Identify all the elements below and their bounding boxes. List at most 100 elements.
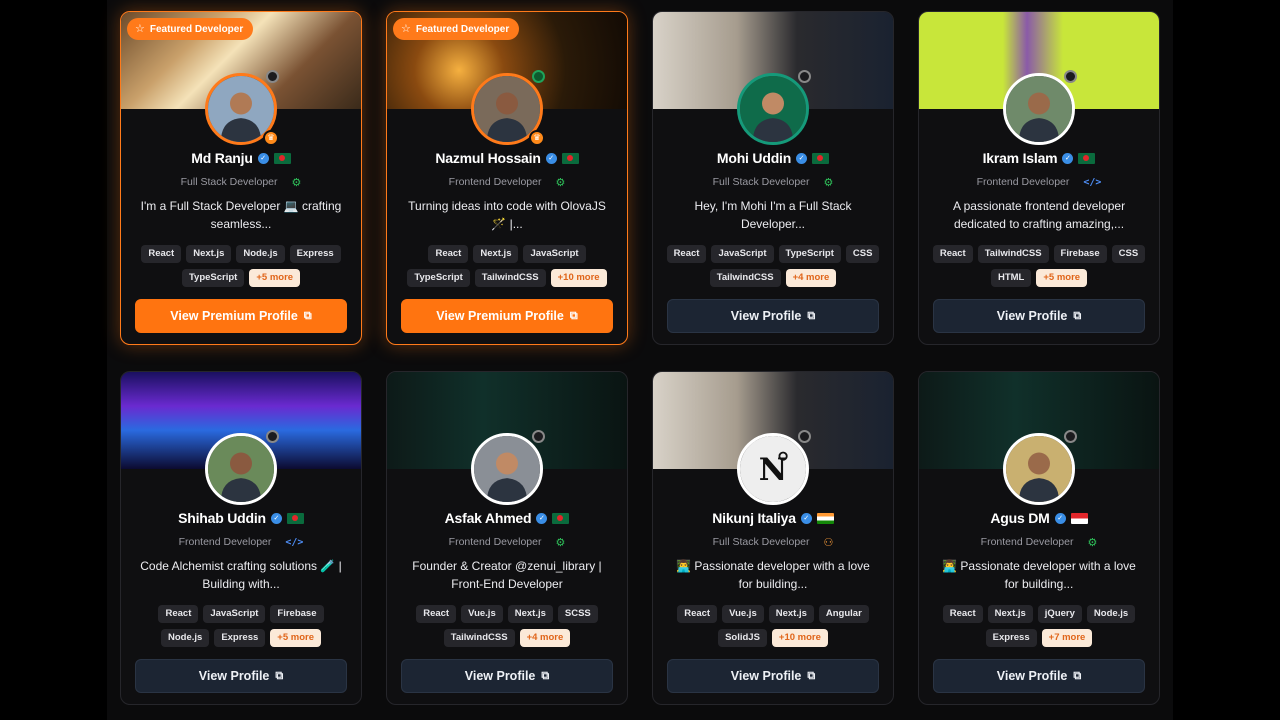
developer-card[interactable]: Agus DM ✓ Frontend Developer ⚙ 👨‍💻 Passionat… <box>918 371 1160 705</box>
flag-bd-icon <box>273 152 291 164</box>
view-profile-button[interactable]: View Profile ⧉ <box>667 659 879 693</box>
skill-tag: jQuery <box>1037 605 1082 623</box>
chip-icon: ⚙ <box>1087 536 1098 549</box>
developer-role: Full Stack Developer <box>712 176 810 188</box>
developer-role: Frontend Developer <box>980 536 1074 548</box>
developer-role: Frontend Developer <box>178 536 272 548</box>
more-skills-tag[interactable]: +4 more <box>519 629 571 647</box>
developer-bio: 👨‍💻 Passionate developer with a love for… <box>942 559 1136 591</box>
verified-icon: ✓ <box>545 152 557 164</box>
avatar[interactable] <box>1003 73 1075 145</box>
button-label: View Premium Profile <box>436 309 564 323</box>
avatar[interactable]: N <box>737 433 809 505</box>
skill-tag: JavaScript <box>203 605 266 623</box>
flag-bd-icon <box>1078 152 1096 164</box>
external-link-icon: ⧉ <box>275 669 284 682</box>
developer-name: Nazmul Hossain <box>435 150 541 166</box>
view-premium-profile-button[interactable]: View Premium Profile ⧉ <box>401 299 613 333</box>
view-profile-button[interactable]: View Profile ⧉ <box>135 659 347 693</box>
view-profile-button[interactable]: View Profile ⧉ <box>401 659 613 693</box>
role-row: Frontend Developer </> <box>919 174 1159 190</box>
role-row: Full Stack Developer ⚙ <box>121 174 361 190</box>
verified-icon: ✓ <box>1062 152 1074 164</box>
developer-name: Nikunj Italiya <box>712 510 796 526</box>
skill-tag: Express <box>214 629 266 647</box>
developer-bio: Founder & Creator @zenui_library | Front… <box>412 559 602 591</box>
external-link-icon: ⧉ <box>807 669 816 682</box>
skill-tag: SolidJS <box>718 629 767 647</box>
avatar[interactable] <box>737 73 809 145</box>
name-row: Nazmul Hossain ✓ <box>387 148 627 168</box>
developer-card[interactable]: N Nikunj Italiya ✓ Full Stack Developer ⚇ 👨‍💻… <box>652 371 894 705</box>
name-row: Shihab Uddin ✓ <box>121 508 361 528</box>
button-label: View Profile <box>730 669 802 683</box>
status-indicator <box>798 430 811 443</box>
skill-tag: TailwindCSS <box>474 269 546 287</box>
view-profile-button[interactable]: View Profile ⧉ <box>933 659 1145 693</box>
skill-tag: React <box>677 605 718 623</box>
developer-card[interactable]: Asfak Ahmed ✓ Frontend Developer ⚙ Founder &… <box>386 371 628 705</box>
skill-tag: Node.js <box>236 245 285 263</box>
status-indicator <box>798 70 811 83</box>
external-link-icon: ⧉ <box>569 309 578 322</box>
verified-icon: ✓ <box>800 512 812 524</box>
more-skills-tag[interactable]: +10 more <box>771 629 828 647</box>
avatar-photo-icon <box>740 76 806 142</box>
name-row: Asfak Ahmed ✓ <box>387 508 627 528</box>
skill-tag: TailwindCSS <box>443 629 515 647</box>
role-row: Full Stack Developer ⚙ <box>653 174 893 190</box>
developer-card[interactable]: ☆ Featured Developer ♛ Nazmul Hossain ✓ Front… <box>386 11 628 345</box>
skill-tag: Firebase <box>270 605 324 623</box>
developer-card[interactable]: ☆ Featured Developer ♛ Md Ranju ✓ Full Stack … <box>120 11 362 345</box>
button-label: View Premium Profile <box>170 309 298 323</box>
skill-tag: Next.js <box>186 245 232 263</box>
developer-grid: ☆ Featured Developer ♛ Md Ranju ✓ Full Stack … <box>107 0 1173 720</box>
more-skills-tag[interactable]: +7 more <box>1041 629 1093 647</box>
flag-in-icon <box>816 512 834 524</box>
developer-role: Full Stack Developer <box>180 176 278 188</box>
view-profile-button[interactable]: View Profile ⧉ <box>933 299 1145 333</box>
verified-icon: ✓ <box>270 512 282 524</box>
view-premium-profile-button[interactable]: View Premium Profile ⧉ <box>135 299 347 333</box>
developer-name: Asfak Ahmed <box>444 510 532 526</box>
developer-bio: A passionate frontend developer dedicate… <box>952 199 1126 231</box>
notion-logo-icon: N <box>740 436 806 502</box>
status-indicator <box>266 430 279 443</box>
flag-bd-icon <box>561 152 579 164</box>
skill-tags: React TailwindCSS Firebase CSS HTML +5 more <box>931 245 1147 287</box>
avatar[interactable] <box>471 433 543 505</box>
skill-tag: CSS <box>1111 245 1146 263</box>
more-skills-tag[interactable]: +5 more <box>249 269 301 287</box>
developer-name: Md Ranju <box>191 150 253 166</box>
status-indicator <box>266 70 279 83</box>
verified-icon: ✓ <box>1054 512 1066 524</box>
more-skills-tag[interactable]: +5 more <box>270 629 321 647</box>
more-skills-tag[interactable]: +10 more <box>550 269 607 287</box>
button-label: View Profile <box>464 669 536 683</box>
skill-tag: React <box>158 605 199 623</box>
developer-role: Frontend Developer <box>448 176 542 188</box>
skill-tag: HTML <box>990 269 1032 287</box>
developer-card[interactable]: Mohi Uddin ✓ Full Stack Developer ⚙ Hey, I'm… <box>652 11 894 345</box>
verified-icon: ✓ <box>257 152 269 164</box>
developer-bio: Code Alchemist crafting solutions 🧪 | Bu… <box>140 559 342 591</box>
developer-bio: Turning ideas into code with OlovaJS 🪄 |… <box>408 199 606 231</box>
avatar-photo-icon <box>208 436 274 502</box>
developer-card[interactable]: Ikram Islam ✓ Frontend Developer </> A passi… <box>918 11 1160 345</box>
avatar[interactable] <box>1003 433 1075 505</box>
crown-icon: ♛ <box>263 130 279 146</box>
developer-name: Agus DM <box>990 510 1050 526</box>
name-row: Agus DM ✓ <box>919 508 1159 528</box>
avatar[interactable] <box>205 433 277 505</box>
developer-bio: 👨‍💻 Passionate developer with a love for… <box>676 559 870 591</box>
skill-tags: React Vue.js Next.js Angular SolidJS +10 more <box>665 605 881 647</box>
more-skills-tag[interactable]: +5 more <box>1036 269 1088 287</box>
more-skills-tag[interactable]: +4 more <box>785 269 837 287</box>
avatar-photo-icon <box>474 436 540 502</box>
chip-icon: ⚙ <box>291 176 302 189</box>
avatar-photo-icon <box>1006 76 1072 142</box>
status-indicator <box>532 430 545 443</box>
developer-card[interactable]: Shihab Uddin ✓ Frontend Developer </> Code A… <box>120 371 362 705</box>
featured-badge: ☆ Featured Developer <box>127 18 254 40</box>
view-profile-button[interactable]: View Profile ⧉ <box>667 299 879 333</box>
